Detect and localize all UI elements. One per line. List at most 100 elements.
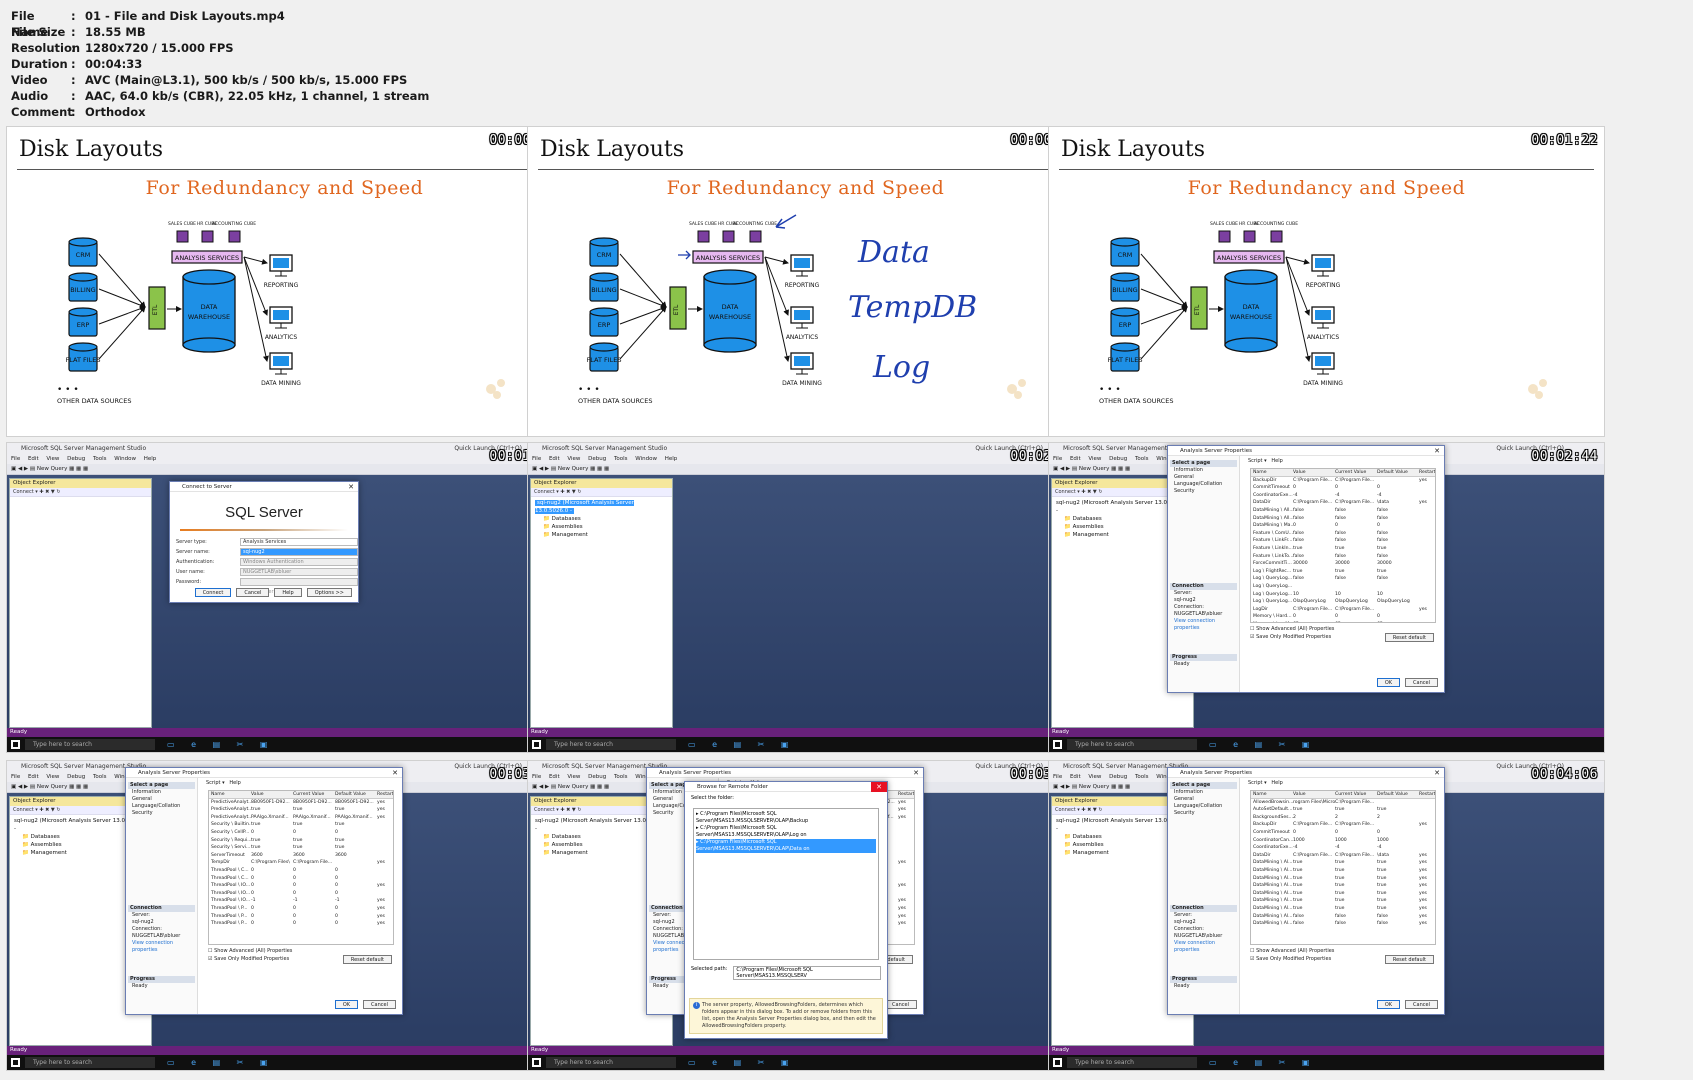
close-icon[interactable]: ✕ (392, 768, 398, 778)
folder-item[interactable]: ▸ C:\Program Files\Microsoft SQL Server\… (696, 825, 876, 839)
table-row[interactable]: AllowedBrowsin... rogram Files\Micros C:\P… (1251, 799, 1435, 807)
table-row[interactable]: DataMining \ Al... false false false yes (1251, 913, 1435, 921)
table-row[interactable]: Log \ QueryLog... (1251, 583, 1435, 591)
table-row[interactable]: Security \ Requi...truetruetrue (209, 837, 393, 845)
view-connection-properties-link[interactable]: View connection properties (1170, 618, 1237, 632)
taskbar-search[interactable]: Type here to search (546, 739, 676, 750)
new-query-button[interactable]: New Query (1079, 784, 1109, 790)
form-field[interactable] (240, 578, 358, 586)
folder-item[interactable]: ▸ C:\Program Files\Microsoft SQL Server\… (696, 839, 876, 853)
taskbar-app-icons[interactable]: ▭ e ▤ ✂ ▣ (167, 737, 274, 752)
taskbar-app-icons[interactable]: ▭ e ▤ ✂ ▣ (688, 1055, 795, 1070)
show-advanced-checkbox[interactable]: ☐ Show Advanced (All) Properties (1242, 947, 1444, 955)
table-row[interactable]: DataMining \ Al... true true true yes (1251, 875, 1435, 883)
table-row[interactable]: Log \ QueryLog... OlapQueryLog OlapQueryLo… (1251, 598, 1435, 606)
taskbar-search[interactable]: Type here to search (546, 1057, 676, 1068)
page-item[interactable]: General (1170, 796, 1237, 803)
close-icon[interactable]: ✕ (348, 482, 354, 492)
page-item[interactable]: Security (128, 810, 195, 817)
table-row[interactable]: ThreadPool \ P...000yes (209, 905, 393, 913)
table-row[interactable]: CommitTimeout 0 0 0 (1251, 829, 1435, 837)
taskbar-app-icons[interactable]: ▭ e ▤ ✂ ▣ (688, 737, 795, 752)
table-row[interactable]: DataMining \ All... false false false (1251, 515, 1435, 523)
connect-button[interactable]: Connect (1055, 807, 1076, 813)
tree-item-databases[interactable]: 📁 Databases (535, 515, 668, 523)
table-row[interactable]: Memory \ LowM...656565 (1251, 621, 1435, 623)
script-button[interactable]: Script (1248, 780, 1263, 786)
taskbar-app-icons[interactable]: ▭ e ▤ ✂ ▣ (167, 1055, 274, 1070)
table-row[interactable]: ThreadPool \ IO...000 (209, 890, 393, 898)
table-row[interactable]: ThreadPool \ P...000yes (209, 913, 393, 921)
menu-bar[interactable]: File Edit View Debug Tools Window Help (528, 454, 1083, 464)
ok-button[interactable]: OK (1376, 678, 1401, 687)
close-icon[interactable]: ✕ (871, 782, 887, 792)
windows-start-icon[interactable] (11, 1058, 20, 1067)
table-row[interactable]: CoordinatorCan... 1000 1000 1000 (1251, 837, 1435, 845)
taskbar-app-icons[interactable]: ▭ e ▤ ✂ ▣ (1209, 1055, 1316, 1070)
server-node[interactable]: sql-nug2 (Microsoft Analysis Server 13.0… (535, 500, 634, 514)
table-row[interactable]: CoordinatorExe... -4 -4 -4 (1251, 492, 1435, 500)
close-icon[interactable]: ✕ (1434, 446, 1440, 456)
table-row[interactable]: BackupDir C:\Program File... C:\Program Fi… (1251, 477, 1435, 485)
new-query-button[interactable]: New Query (37, 784, 67, 790)
table-row[interactable]: BackupDir C:\Program File... C:\Program Fi… (1251, 821, 1435, 829)
table-row[interactable]: ThreadPool \ P...000yes (209, 920, 393, 928)
connect-button[interactable]: Connect (1055, 489, 1076, 495)
new-query-button[interactable]: New Query (558, 466, 588, 472)
save-modified-checkbox[interactable]: ☑ Save Only Modified Properties Reset de… (1242, 633, 1444, 642)
table-row[interactable]: LogDir C:\Program File... C:\Program File.… (1251, 606, 1435, 614)
table-row[interactable]: DataMining \ Al... true true true yes (1251, 882, 1435, 890)
windows-start-icon[interactable] (11, 740, 20, 749)
table-row[interactable]: DataMining \ Al... true true true yes (1251, 867, 1435, 875)
help-button[interactable]: Help (229, 780, 240, 786)
reset-default-button[interactable]: Reset default (342, 955, 392, 964)
form-field[interactable]: sql-nug2 (240, 548, 358, 556)
dialog-button[interactable]: Help (274, 588, 302, 597)
table-row[interactable]: PredictiveAnalyt...PAAlgo.Xmanif...PAAlg… (209, 814, 393, 822)
table-row[interactable]: AutoSetDefault... true true true (1251, 806, 1435, 814)
save-modified-checkbox[interactable]: ☑ Save Only Modified Properties Reset de… (1242, 955, 1444, 964)
page-item[interactable]: General (1170, 474, 1237, 481)
page-item[interactable]: Information (128, 789, 195, 796)
table-row[interactable]: Feature \ LinkIn... true true true (1251, 545, 1435, 553)
selected-path-field[interactable]: C:\Program Files\Microsoft SQL Server\MS… (733, 966, 881, 980)
table-row[interactable]: DataMining \ Al... false false false yes (1251, 920, 1435, 928)
windows-start-icon[interactable] (532, 1058, 541, 1067)
page-item[interactable]: Security (1170, 488, 1237, 495)
table-row[interactable]: Memory \ Hard... 0 0 0 (1251, 613, 1435, 621)
table-row[interactable]: DataMining \ Al... true true true yes (1251, 859, 1435, 867)
reset-default-button[interactable]: Reset default (1384, 955, 1434, 964)
table-row[interactable]: ForceCommitTi... 30000 30000 30000 (1251, 560, 1435, 568)
taskbar-search[interactable]: Type here to search (25, 1057, 155, 1068)
cancel-button[interactable]: Cancel (363, 1000, 396, 1009)
table-row[interactable]: Feature \ LinkFr... false false false (1251, 537, 1435, 545)
connect-button[interactable]: Connect (13, 489, 34, 495)
help-button[interactable]: Help (1271, 780, 1282, 786)
dialog-button[interactable]: Connect (194, 588, 232, 597)
cancel-button[interactable]: Cancel (884, 1000, 917, 1009)
table-row[interactable]: Log \ QueryLog... 10 10 10 (1251, 591, 1435, 599)
table-row[interactable]: BackgroundSes... 2 2 2 (1251, 814, 1435, 822)
script-button[interactable]: Script (206, 780, 221, 786)
view-connection-properties-link[interactable]: View connection properties (1170, 940, 1237, 954)
table-row[interactable]: Security \ Servi...truetruetrue (209, 844, 393, 852)
cancel-button[interactable]: Cancel (1405, 1000, 1438, 1009)
table-row[interactable]: CoordinatorExe... -4 -4 -4 (1251, 844, 1435, 852)
table-row[interactable]: Security \ Builtin...truetruetrue (209, 821, 393, 829)
table-row[interactable]: TempDirC:\Program Files\C:\Program File.… (209, 859, 393, 867)
table-row[interactable]: ThreadPool \ IO...-1-1-1yes (209, 897, 393, 905)
table-row[interactable]: DataMining \ Al... true true true yes (1251, 905, 1435, 913)
page-item[interactable]: Language/Collation (1170, 481, 1237, 488)
table-row[interactable]: DataDir C:\Program File... C:\Program File… (1251, 499, 1435, 507)
new-query-button[interactable]: New Query (37, 466, 67, 472)
ok-button[interactable]: OK (334, 1000, 359, 1009)
show-advanced-checkbox[interactable]: ☐ Show Advanced (All) Properties (1242, 625, 1444, 633)
view-connection-properties-link[interactable]: View connection properties (128, 940, 195, 954)
page-item[interactable]: Information (1170, 789, 1237, 796)
table-row[interactable]: Feature \ LinkTo... false false false (1251, 553, 1435, 561)
table-row[interactable]: DataMining \ Al... true true true yes (1251, 890, 1435, 898)
table-row[interactable]: PredictiveAnalyt...8B0950F1-D92...8B0950… (209, 799, 393, 807)
table-row[interactable]: Log \ FlightRec... true true true (1251, 568, 1435, 576)
table-row[interactable]: DataMining \ Al... true true true yes (1251, 897, 1435, 905)
save-modified-checkbox[interactable]: ☑ Save Only Modified Properties Reset de… (200, 955, 402, 964)
